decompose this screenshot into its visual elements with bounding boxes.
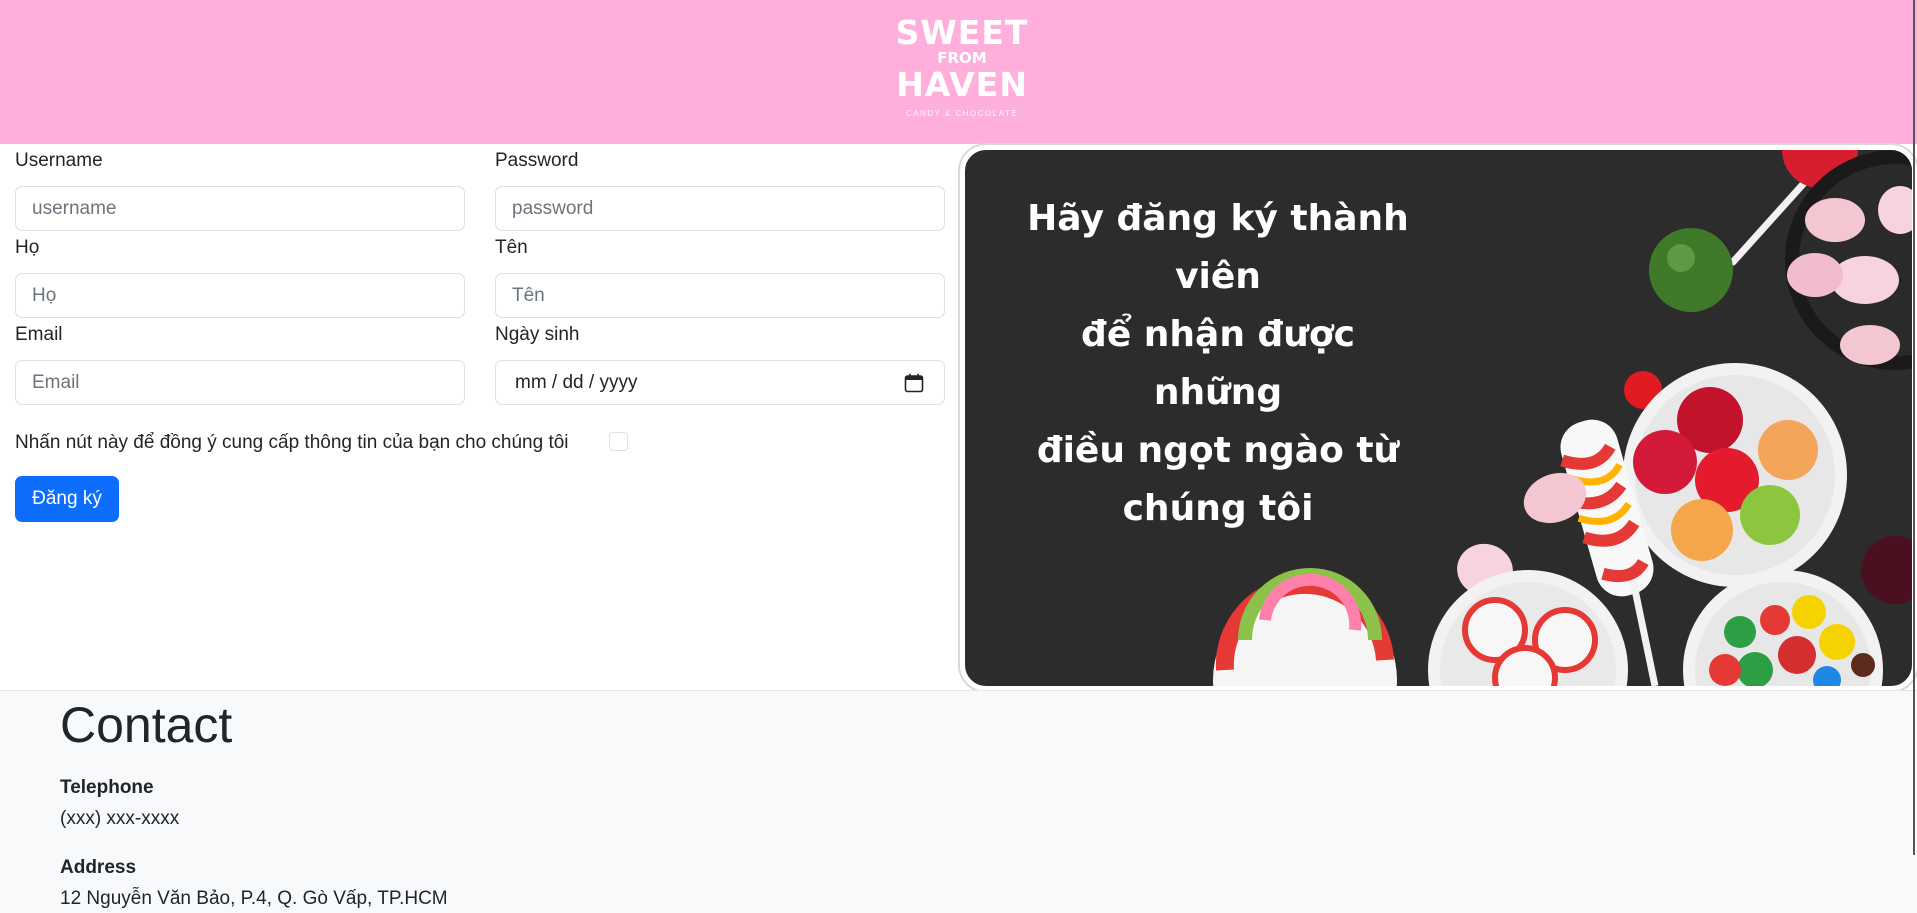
site-header: SWEET FROM HAVEN CANDY & CHOCOLATE: [0, 0, 1917, 144]
username-label: Username: [15, 150, 103, 171]
birthday-date-field[interactable]: mm / dd / yyyy: [495, 360, 945, 405]
telephone-label: Telephone: [60, 777, 154, 798]
promo-line-2: để nhận được những: [1081, 314, 1355, 413]
consent-text: Nhấn nút này để đồng ý cung cấp thông ti…: [15, 432, 569, 453]
promo-line-3: điều ngọt ngào từ: [1036, 430, 1400, 471]
sweet-from-haven-logo[interactable]: SWEET FROM HAVEN CANDY & CHOCOLATE: [896, 16, 1028, 130]
contact-section: [0, 690, 1917, 913]
promo-line-1: Hãy đăng ký thành viên: [1027, 198, 1409, 297]
email-field[interactable]: [15, 360, 465, 405]
password-label: Password: [495, 150, 579, 171]
page-scrollbar[interactable]: [1913, 0, 1915, 855]
last-name-input[interactable]: [16, 274, 464, 317]
logo-line-1: SWEET: [895, 13, 1029, 52]
calendar-icon[interactable]: [904, 373, 924, 393]
first-name-field[interactable]: [495, 273, 945, 318]
birthday-date-value[interactable]: mm / dd / yyyy: [515, 372, 637, 394]
address-value: 12 Nguyễn Văn Bảo, P.4, Q. Gò Vấp, TP.HC…: [60, 888, 448, 909]
promo-line-4: chúng tôi: [1122, 488, 1314, 529]
logo-line-2: FROM: [937, 49, 987, 67]
last-name-label: Họ: [15, 237, 40, 258]
first-name-input[interactable]: [496, 274, 944, 317]
contact-title: Contact: [60, 697, 233, 753]
username-input[interactable]: [16, 187, 464, 230]
logo-line-3: HAVEN: [896, 65, 1028, 104]
email-label: Email: [15, 324, 63, 345]
last-name-field[interactable]: [15, 273, 465, 318]
register-button[interactable]: Đăng ký: [15, 476, 119, 522]
address-label: Address: [60, 857, 137, 878]
consent-checkbox[interactable]: [609, 432, 628, 451]
password-field[interactable]: [495, 186, 945, 231]
promo-banner: Hãy đăng ký thành viên để nhận được nhữn…: [960, 145, 1917, 691]
password-input[interactable]: [496, 187, 944, 230]
first-name-label: Tên: [495, 237, 528, 258]
email-input[interactable]: [16, 361, 464, 404]
promo-message: Hãy đăng ký thành viên để nhận được nhữn…: [1023, 190, 1413, 538]
telephone-value: (xxx) xxx-xxxx: [60, 808, 180, 829]
username-field[interactable]: [15, 186, 465, 231]
birthday-label: Ngày sinh: [495, 324, 580, 345]
logo-tagline: CANDY & CHOCOLATE: [905, 109, 1019, 118]
